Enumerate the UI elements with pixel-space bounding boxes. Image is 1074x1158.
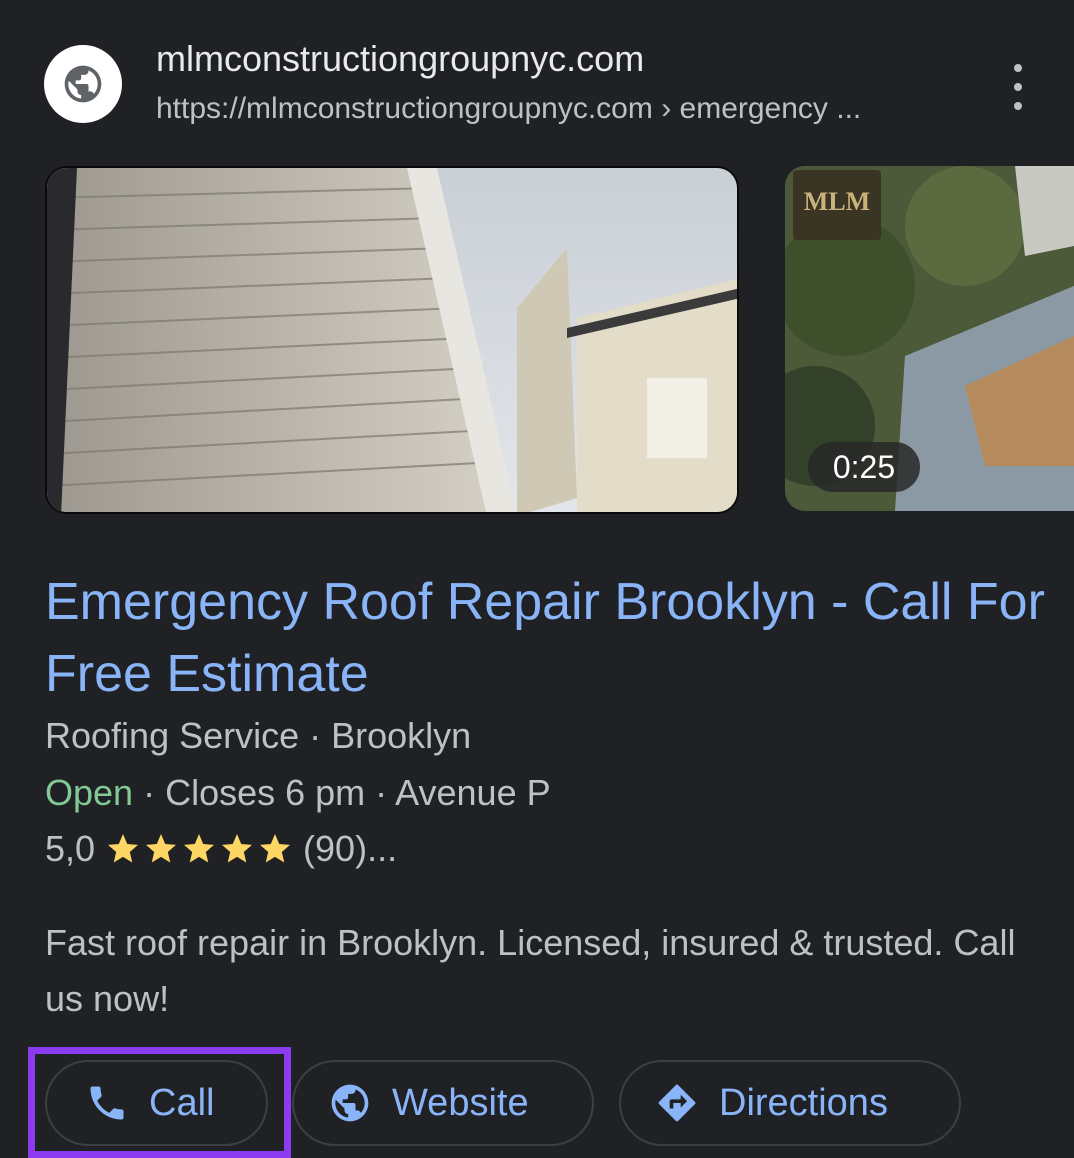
star-rating [105, 831, 293, 867]
star-icon [260, 834, 291, 863]
rating-value: 5,0 [45, 828, 96, 869]
globe-icon [64, 65, 102, 103]
globe-icon [328, 1081, 372, 1125]
video-duration-badge: 0:25 [808, 442, 920, 492]
website-button-label: Website [392, 1081, 529, 1124]
star-icon [184, 834, 215, 863]
site-name[interactable]: mlmconstructiongroupnyc.com [156, 38, 644, 80]
rating-row[interactable]: 5,0 (90)... [45, 828, 397, 870]
site-url-breadcrumb[interactable]: https://mlmconstructiongroupnyc.com › em… [156, 92, 861, 126]
more-options-icon[interactable] [1000, 64, 1036, 110]
open-status: Open [45, 772, 134, 813]
star-icon [108, 834, 139, 863]
call-highlight-outline [28, 1047, 291, 1158]
result-description: Fast roof repair in Brooklyn. Licensed, … [45, 922, 1016, 1019]
business-category: Roofing Service · Brooklyn [45, 715, 472, 756]
directions-icon [655, 1081, 699, 1125]
business-photo[interactable] [45, 166, 739, 514]
site-favicon[interactable] [44, 45, 122, 123]
star-icon [146, 834, 177, 863]
result-title-link[interactable]: Emergency Roof Repair Brooklyn - Call Fo… [45, 566, 1045, 710]
directions-button[interactable]: Directions [619, 1060, 961, 1146]
star-icon [222, 834, 253, 863]
business-hours: Open · Closes 6 pm · Avenue P [45, 772, 551, 814]
video-brand-logo: MLM [804, 187, 870, 216]
directions-button-label: Directions [719, 1081, 888, 1124]
hours-and-location: · Closes 6 pm · Avenue P [133, 772, 551, 813]
review-count: (90)... [303, 828, 398, 869]
website-button[interactable]: Website [292, 1060, 594, 1146]
